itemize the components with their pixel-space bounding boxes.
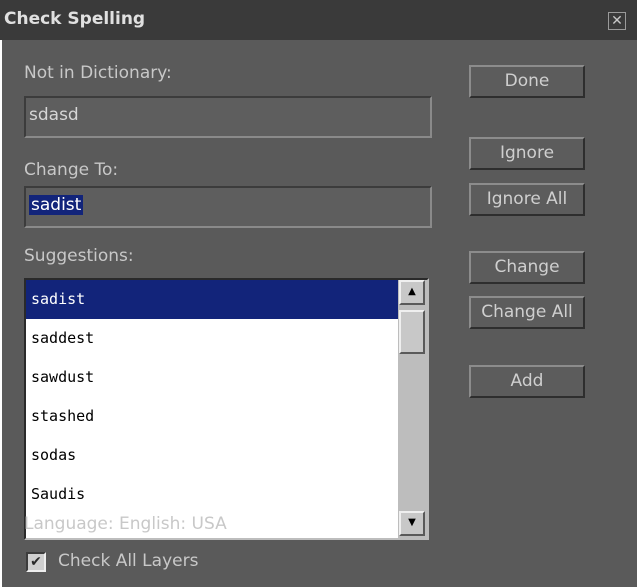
done-button[interactable]: Done: [469, 65, 585, 98]
close-icon[interactable]: ✕: [608, 12, 626, 30]
suggestion-item-sodas[interactable]: sodas: [26, 436, 398, 475]
ignore-button[interactable]: Ignore: [469, 137, 585, 170]
ignore-all-button[interactable]: Ignore All: [469, 183, 585, 216]
change-all-button[interactable]: Change All: [469, 296, 585, 329]
language-label: Language: English: USA: [24, 514, 227, 534]
not-in-dictionary-label: Not in Dictionary:: [24, 63, 172, 83]
check-all-layers-checkbox[interactable]: ✔: [26, 552, 46, 572]
add-button[interactable]: Add: [469, 365, 585, 398]
change-to-input[interactable]: sadist: [24, 186, 432, 228]
suggestions-items: sadist saddest sawdust stashed sodas Sau…: [26, 280, 398, 538]
scroll-down-icon[interactable]: ▼: [399, 511, 425, 536]
scroll-up-icon[interactable]: ▲: [399, 280, 425, 305]
window-title: Check Spelling: [4, 9, 146, 29]
not-in-dictionary-field: sdasd: [24, 96, 432, 138]
suggestion-item-sawdust[interactable]: sawdust: [26, 358, 398, 397]
change-to-value: sadist: [29, 195, 84, 215]
check-all-layers-label[interactable]: Check All Layers: [58, 551, 198, 571]
suggestion-item-saudis[interactable]: Saudis: [26, 475, 398, 514]
change-to-label: Change To:: [24, 160, 119, 180]
not-in-dictionary-value: sdasd: [29, 105, 79, 125]
check-spelling-dialog: Check Spelling ✕ Not in Dictionary: sdas…: [0, 0, 637, 587]
suggestion-item-sadist[interactable]: sadist: [26, 280, 398, 319]
suggestion-item-saddest[interactable]: saddest: [26, 319, 398, 358]
change-button[interactable]: Change: [469, 251, 585, 284]
suggestion-item-stashed[interactable]: stashed: [26, 397, 398, 436]
suggestions-label: Suggestions:: [24, 246, 134, 266]
suggestions-scrollbar[interactable]: ▲ ▼: [398, 280, 427, 538]
scrollbar-thumb[interactable]: [399, 310, 425, 354]
suggestions-list[interactable]: sadist saddest sawdust stashed sodas Sau…: [24, 278, 429, 540]
title-bar[interactable]: Check Spelling ✕: [0, 0, 637, 40]
